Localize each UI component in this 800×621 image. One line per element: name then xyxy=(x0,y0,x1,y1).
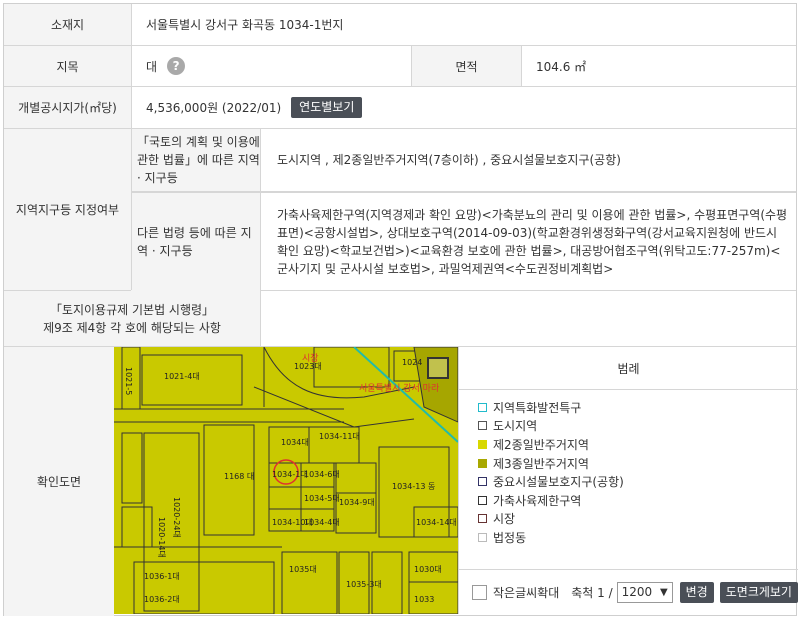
legend-swatch xyxy=(478,458,487,468)
location-label: 소재지 xyxy=(4,4,131,45)
location-row: 소재지 서울특별시 강서구 화곡동 1034-1번지 xyxy=(4,4,796,46)
svg-text:1034-13 동: 1034-13 동 xyxy=(392,482,435,491)
chevron-down-icon: ▼ xyxy=(659,586,668,598)
legend-item: 도시지역 xyxy=(478,417,798,436)
svg-text:1021-4대: 1021-4대 xyxy=(164,372,200,381)
zoning-divider xyxy=(131,129,132,290)
svg-text:1034-9대: 1034-9대 xyxy=(339,498,375,507)
map-label: 확인도면 xyxy=(4,347,114,616)
svg-text:1034-4대: 1034-4대 xyxy=(304,518,340,527)
yearly-view-button[interactable]: 연도별보기 xyxy=(291,97,363,118)
svg-text:1034-6대: 1034-6대 xyxy=(304,470,340,479)
svg-text:시장: 시장 xyxy=(302,353,319,364)
area-label: 면적 xyxy=(411,46,521,86)
map-controls: 작은글씨확대 축척 1 / 1200 ▼ 변경 도면크게보기 xyxy=(459,569,798,614)
other-law-value: 가축사육제한구역(지역경제과 확인 요망)<가축분뇨의 관리 및 이용에 관한 … xyxy=(260,193,796,291)
legend-swatch xyxy=(478,532,487,542)
small-font-checkbox[interactable] xyxy=(472,584,487,600)
national-law-value: 도시지역 , 제2종일반주거지역(7층이하) , 중요시설물보호지구(공항) xyxy=(260,129,796,191)
svg-text:1035대: 1035대 xyxy=(289,565,317,574)
zoning-row: 지역지구등 지정여부 「국토의 계획 및 이용에 관한 법률」에 따른 지역 ·… xyxy=(4,129,796,291)
legend-item: 법정동 xyxy=(478,528,798,547)
small-font-label: 작은글씨확대 xyxy=(493,585,560,600)
price-row: 개별공시지가(㎡당) 4,536,000원 (2022/01) 연도별보기 xyxy=(4,87,796,129)
fullscreen-icon[interactable] xyxy=(427,357,449,379)
svg-text:1034-14대: 1034-14대 xyxy=(416,518,457,527)
legend-item-label: 중요시설물보호지구(공항) xyxy=(493,475,624,490)
other-law-row: 다른 법령 등에 따른 지역 · 지구등 가축사육제한구역(지역경제과 확인 요… xyxy=(131,192,796,291)
svg-text:1034-1대: 1034-1대 xyxy=(272,470,308,479)
legend-swatch xyxy=(478,439,487,449)
svg-text:서울특별시 강서 마라: 서울특별시 강서 마라 xyxy=(359,383,440,394)
cadastral-map-svg: 1021-4대 1023대 1024 1034대 1034-11대 1168 대… xyxy=(114,347,458,614)
change-scale-button[interactable]: 변경 xyxy=(679,581,714,603)
legend-item-label: 제3종일반주거지역 xyxy=(493,456,589,471)
svg-text:1033: 1033 xyxy=(414,595,434,604)
land-category-cell: 대 ? xyxy=(131,46,411,86)
cadastral-map[interactable]: 1021-4대 1023대 1024 1034대 1034-11대 1168 대… xyxy=(114,347,458,614)
zoning-label: 지역지구등 지정여부 xyxy=(4,129,131,290)
svg-text:1021-5: 1021-5 xyxy=(124,367,133,395)
svg-text:1036-1대: 1036-1대 xyxy=(144,572,180,581)
national-law-row: 「국토의 계획 및 이용에 관한 법률」에 따른 지역 · 지구등 도시지역 ,… xyxy=(131,129,796,192)
other-law-label: 다른 법령 등에 따른 지역 · 지구등 xyxy=(131,193,260,291)
svg-text:1168 대: 1168 대 xyxy=(224,472,254,481)
national-law-label: 「국토의 계획 및 이용에 관한 법률」에 따른 지역 · 지구등 xyxy=(131,129,260,191)
svg-text:1034-5대: 1034-5대 xyxy=(304,494,340,503)
location-value: 서울특별시 강서구 화곡동 1034-1번지 xyxy=(131,4,796,45)
legend-panel: 범례 지역특화발전특구도시지역제2종일반주거지역제3종일반주거지역중요시설물보호… xyxy=(458,347,798,614)
scale-label: 축척 1 / xyxy=(571,585,613,600)
enforcement-label: 「토지이용규제 기본법 시행령」 제9조 제4항 각 호에 해당되는 사항 xyxy=(4,291,260,346)
enforcement-row: 「토지이용규제 기본법 시행령」 제9조 제4항 각 호에 해당되는 사항 xyxy=(4,291,796,347)
svg-text:1030대: 1030대 xyxy=(414,565,442,574)
enlarge-map-button[interactable]: 도면크게보기 xyxy=(719,581,798,603)
legend-item-label: 시장 xyxy=(493,512,516,527)
legend-swatch xyxy=(478,421,487,431)
svg-text:1020-14대: 1020-14대 xyxy=(157,517,166,558)
svg-text:1036-2대: 1036-2대 xyxy=(144,595,180,604)
area-value: 104.6 ㎡ xyxy=(521,46,796,86)
legend-item-label: 가축사육제한구역 xyxy=(493,493,582,508)
land-use-info-table: 소재지 서울특별시 강서구 화곡동 1034-1번지 지목 대 ? 면적 104… xyxy=(3,3,798,616)
svg-text:1020-24대: 1020-24대 xyxy=(172,497,181,538)
legend-item-label: 제2종일반주거지역 xyxy=(493,437,589,452)
scale-value: 1200 xyxy=(621,585,653,599)
legend-item-label: 도시지역 xyxy=(493,419,538,434)
land-category-value: 대 xyxy=(146,59,158,74)
price-label: 개별공시지가(㎡당) xyxy=(4,87,131,128)
legend-item: 제3종일반주거지역 xyxy=(478,454,798,473)
legend-item: 가축사육제한구역 xyxy=(478,491,798,510)
question-icon[interactable]: ? xyxy=(167,57,186,75)
enforcement-label-line2: 제9조 제4항 각 호에 해당되는 사항 xyxy=(43,320,221,335)
svg-text:1024: 1024 xyxy=(402,358,422,367)
category-area-row: 지목 대 ? 면적 104.6 ㎡ xyxy=(4,46,796,87)
land-category-label: 지목 xyxy=(4,46,131,86)
legend-item: 시장 xyxy=(478,510,798,529)
legend-item: 제2종일반주거지역 xyxy=(478,435,798,454)
legend-item-label: 법정동 xyxy=(493,530,527,545)
enforcement-value xyxy=(260,291,796,346)
legend-item: 지역특화발전특구 xyxy=(478,398,798,417)
legend-swatch xyxy=(478,402,487,412)
svg-text:1035-3대: 1035-3대 xyxy=(346,580,382,589)
legend-item-label: 지역특화발전특구 xyxy=(493,400,582,415)
price-value: 4,536,000원 (2022/01) xyxy=(146,101,282,115)
svg-text:1034-11대: 1034-11대 xyxy=(319,432,360,441)
legend-swatch xyxy=(478,477,487,487)
price-cell: 4,536,000원 (2022/01) 연도별보기 xyxy=(131,87,796,128)
legend-item: 중요시설물보호지구(공항) xyxy=(478,472,798,491)
legend-swatch xyxy=(478,514,487,524)
svg-text:1034대: 1034대 xyxy=(281,438,309,447)
legend-swatch xyxy=(478,495,487,505)
legend-title: 범례 xyxy=(459,347,798,390)
legend-list: 지역특화발전특구도시지역제2종일반주거지역제3종일반주거지역중요시설물보호지구(… xyxy=(459,390,798,547)
enforcement-label-line1: 「토지이용규제 기본법 시행령」 xyxy=(49,302,215,317)
scale-select[interactable]: 1200 ▼ xyxy=(616,581,673,603)
